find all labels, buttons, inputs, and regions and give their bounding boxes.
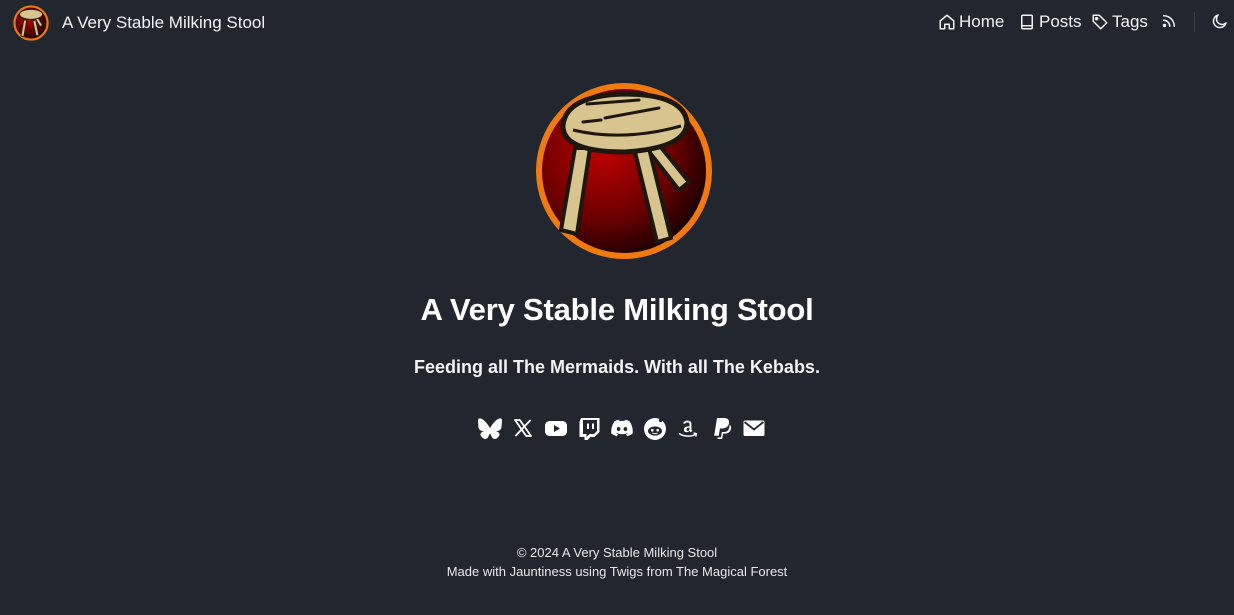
- social-paypal[interactable]: [709, 416, 733, 440]
- book-icon: [1021, 14, 1033, 30]
- social-discord[interactable]: [610, 416, 634, 440]
- theme-toggle[interactable]: [1211, 12, 1229, 30]
- theme-link[interactable]: Jauntiness: [510, 564, 572, 579]
- social-reddit[interactable]: [643, 416, 667, 440]
- social-amazon[interactable]: [676, 416, 700, 440]
- discord-icon: [611, 419, 633, 437]
- site-footer: © 2024 A Very Stable Milking Stool Made …: [0, 543, 1234, 581]
- copyright: © 2024 A Very Stable Milking Stool: [516, 545, 718, 560]
- credits-prefix: Made with: [446, 564, 510, 579]
- credits-from: from: [643, 564, 677, 579]
- moon-icon: [1212, 14, 1227, 29]
- page-title: A Very Stable Milking Stool: [420, 292, 814, 327]
- credits-using: using: [571, 564, 610, 579]
- rss-icon: [1162, 15, 1175, 28]
- social-twitch[interactable]: [577, 416, 601, 440]
- nav-divider: [1194, 12, 1195, 32]
- email-icon: [743, 420, 765, 436]
- site-title-link: A Very Stable Milking Stool: [62, 13, 266, 32]
- nav-home[interactable]: Home: [938, 12, 1004, 32]
- reddit-icon: [644, 418, 666, 440]
- home-icon: [939, 14, 955, 30]
- twitch-icon: [579, 418, 600, 440]
- bluesky-icon: [478, 418, 502, 439]
- social-x[interactable]: [511, 416, 535, 440]
- x-icon: [514, 419, 532, 437]
- nav-posts-label: Posts: [1039, 12, 1082, 31]
- page-subtitle: Feeding all The Mermaids. With all The K…: [414, 357, 820, 377]
- youtube-icon: [545, 421, 567, 436]
- author-link[interactable]: Twigs: [610, 564, 643, 579]
- nav-posts[interactable]: Posts: [1018, 12, 1082, 32]
- social-links: [478, 412, 775, 444]
- tag-icon: [1092, 14, 1108, 30]
- brand-link[interactable]: A Very Stable Milking Stool: [13, 5, 265, 41]
- amazon-icon: [678, 420, 698, 437]
- forest-link[interactable]: The Magical Forest: [676, 564, 787, 579]
- site-header: A Very Stable Milking Stool Home Posts T…: [0, 0, 1234, 46]
- paypal-icon: [714, 418, 732, 439]
- nav-tags-label: Tags: [1112, 12, 1148, 31]
- nav-tags[interactable]: Tags: [1091, 12, 1148, 32]
- social-bluesky[interactable]: [478, 416, 502, 440]
- social-youtube[interactable]: [544, 416, 568, 440]
- milking-stool-logo-icon: [13, 5, 49, 41]
- milking-stool-avatar-icon: [536, 83, 712, 259]
- social-email[interactable]: [742, 416, 766, 440]
- footer-credits: Made with Jauntiness using Twigs from Th…: [0, 562, 1234, 581]
- nav-home-label: Home: [959, 12, 1005, 31]
- nav-rss[interactable]: [1160, 12, 1178, 30]
